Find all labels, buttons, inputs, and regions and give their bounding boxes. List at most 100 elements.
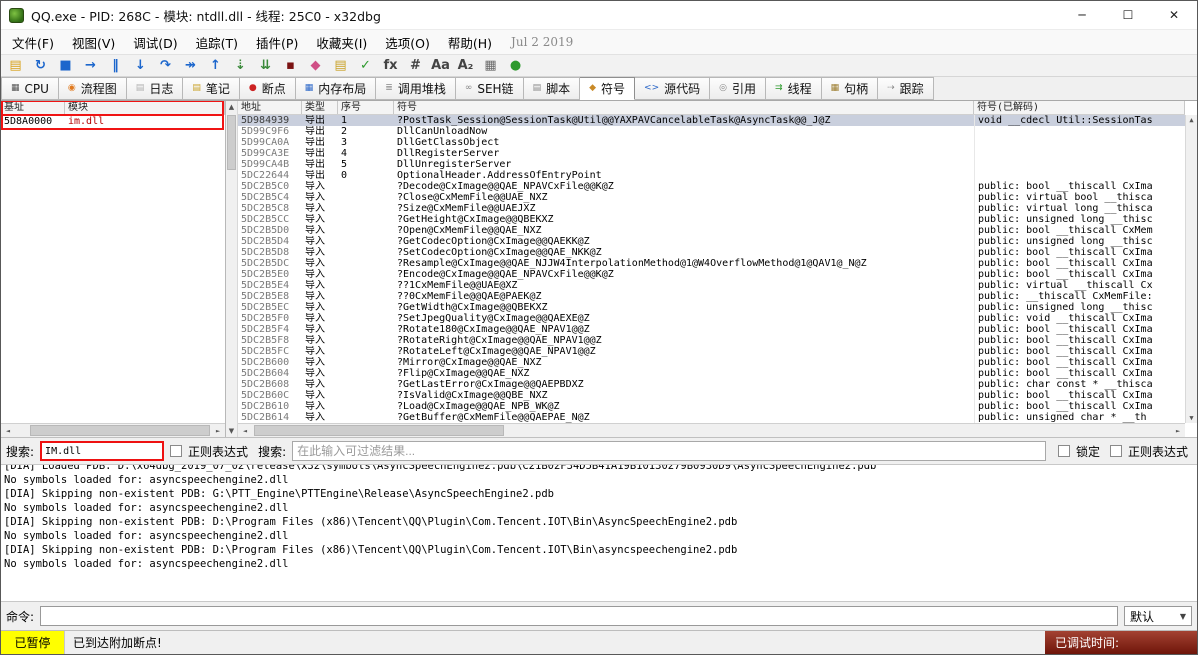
scroll-left-icon[interactable]: ◄ [238,424,252,437]
tab-references[interactable]: ◎引用 [710,77,766,100]
symbol-row[interactable]: 5DC2B5EC导入?GetWidth@CxImage@@QBEKXZpubli… [238,302,1185,313]
symbol-row[interactable]: 5DC2B60C导入?IsValid@CxImage@@QBE_NXZpubli… [238,390,1185,401]
symbols-scroll-track[interactable] [252,424,1171,437]
trace-over-button[interactable]: ⇊ [253,55,278,76]
tab-cpu[interactable]: ▦CPU [1,77,59,100]
modules-vscroll-thumb[interactable] [227,115,236,170]
symbols-horizontal-scrollbar[interactable]: ◄ ► [238,423,1185,437]
menu-item-debug[interactable]: 调试(D) [124,33,186,54]
column-header-decoded[interactable]: 符号(已解码) [974,101,1185,114]
command-input[interactable] [40,606,1118,626]
symbol-row[interactable]: 5D99CA0A导出3DllGetClassObject [238,137,1185,148]
step-into-button[interactable]: ↓ [128,55,153,76]
modules-horizontal-scrollbar[interactable]: ◄ ► [1,423,225,437]
functions-button[interactable]: fx [378,55,403,76]
symbol-row[interactable]: 5DC2B5C8导入?Size@CxMemFile@@UAEJXZpublic:… [238,203,1185,214]
symbols-vertical-scrollbar[interactable]: ▲ ▼ [1185,115,1197,423]
symbol-row[interactable]: 5DC2B5C0导入?Decode@CxImage@@QAE_NPAVCxFil… [238,181,1185,192]
tab-source[interactable]: <>源代码 [635,77,710,100]
modules-scroll-track[interactable] [15,424,211,437]
tab-notes[interactable]: ▤笔记 [183,77,240,100]
tab-call-stack[interactable]: ≣调用堆栈 [376,77,456,100]
open-file-button[interactable]: ▤ [3,55,28,76]
scroll-down-icon[interactable]: ▼ [1189,414,1193,422]
tab-graph[interactable]: ◉流程图 [59,77,127,100]
patches-button[interactable]: ✓ [353,55,378,76]
command-profile-dropdown[interactable]: 默认 ▼ [1124,606,1192,626]
column-header-base[interactable]: 基址 [1,101,65,114]
menu-item-view[interactable]: 视图(V) [63,33,124,54]
tab-trace[interactable]: ⇢跟踪 [878,77,934,100]
symbol-row[interactable]: 5D99CA3E导出4DllRegisterServer [238,148,1185,159]
tab-script[interactable]: ▤脚本 [524,77,581,100]
symbols-scroll-thumb[interactable] [254,425,504,436]
pause-button[interactable]: ‖ [103,55,128,76]
column-header-symbol[interactable]: 符号 [394,101,974,114]
symbol-row[interactable]: 5DC2B5D0导入?Open@CxMemFile@@QAE_NXZpublic… [238,225,1185,236]
symbol-row[interactable]: 5DC2B5F4导入?Rotate180@CxImage@@QAE_NPAV1@… [238,324,1185,335]
symbol-row[interactable]: 5DC22644导出0OptionalHeader.AddressOfEntry… [238,170,1185,181]
checksum-button[interactable]: # [403,55,428,76]
run-button[interactable]: → [78,55,103,76]
menu-item-trace[interactable]: 追踪(T) [187,33,247,54]
symbol-row[interactable]: 5DC2B5FC导入?RotateLeft@CxImage@@QAE_NPAV1… [238,346,1185,357]
close-button[interactable]: ✕ [1151,1,1197,29]
minimize-button[interactable]: ─ [1059,1,1105,29]
memory-map-button[interactable]: ◆ [303,55,328,76]
scroll-left-icon[interactable]: ◄ [1,424,15,437]
symbol-row[interactable]: 5DC2B610导入?Load@CxImage@@QAE_NPB_WK@Zpub… [238,401,1185,412]
tab-seh[interactable]: ∞SEH链 [456,77,524,100]
scroll-up-icon[interactable]: ▲ [229,103,234,111]
step-out-button[interactable]: ↑ [203,55,228,76]
modules-scroll-thumb[interactable] [30,425,210,436]
scroll-up-icon[interactable]: ▲ [1189,116,1193,124]
symbol-row[interactable]: 5D984939导出1?PostTask_Session@SessionTask… [238,115,1185,126]
module-regex-checkbox[interactable] [170,445,182,457]
module-search-input[interactable] [40,441,164,461]
column-header-ordinal[interactable]: 序号 [338,101,394,114]
menu-item-help[interactable]: 帮助(H) [439,33,501,54]
symbol-row[interactable]: 5DC2B5CC导入?GetHeight@CxImage@@QBEKXZpubl… [238,214,1185,225]
symbol-row[interactable]: 5DC2B5F0导入?SetJpegQuality@CxImage@@QAEXE… [238,313,1185,324]
notes-button[interactable]: ▤ [328,55,353,76]
symbol-row[interactable]: 5DC2B5C4导入?Close@CxMemFile@@UAE_NXZpubli… [238,192,1185,203]
symbol-row[interactable]: 5DC2B5E0导入?Encode@CxImage@@QAE_NPAVCxFil… [238,269,1185,280]
symbol-row[interactable]: 5DC2B5D8导入?SetCodecOption@CxImage@@QAE_N… [238,247,1185,258]
module-row[interactable]: 5D8A0000im.dll [1,115,225,128]
fonts-button[interactable]: A₂ [453,55,478,76]
scroll-down-icon[interactable]: ▼ [229,427,234,435]
column-header-type[interactable]: 类型 [302,101,338,114]
symbol-row[interactable]: 5DC2B5E8导入??0CxMemFile@@QAE@PAEK@Zpublic… [238,291,1185,302]
scroll-right-icon[interactable]: ► [1171,424,1185,437]
tab-symbols[interactable]: ◆符号 [580,77,635,100]
symbol-row[interactable]: 5DC2B5D4导入?GetCodecOption@CxImage@@QAEKK… [238,236,1185,247]
settings-button[interactable]: ● [503,55,528,76]
filter-regex-checkbox[interactable] [1110,445,1122,457]
modules-vertical-scrollbar[interactable]: ▲ ▼ [226,101,238,437]
menu-item-options[interactable]: 选项(O) [376,33,439,54]
symbol-row[interactable]: 5DC2B5DC导入?Resample@CxImage@@QAE_NJJW4In… [238,258,1185,269]
symbol-row[interactable]: 5DC2B608导入?GetLastError@CxImage@@QAEPBDX… [238,379,1185,390]
symbol-row[interactable]: 5D99CA4B导出5DllUnregisterServer [238,159,1185,170]
tab-log[interactable]: ▤日志 [127,77,184,100]
tab-threads[interactable]: ⇉线程 [766,77,822,100]
symbol-row[interactable]: 5DC2B5E4导入??1CxMemFile@@UAE@XZpublic: vi… [238,280,1185,291]
breakpoints-button[interactable]: ▪ [278,55,303,76]
restart-button[interactable]: ↻ [28,55,53,76]
menu-item-file[interactable]: 文件(F) [3,33,63,54]
symbol-row[interactable]: 5DC2B604导入?Flip@CxImage@@QAE_NXZpublic: … [238,368,1185,379]
step-over-button[interactable]: ↷ [153,55,178,76]
stop-button[interactable]: ■ [53,55,78,76]
memory-layout-button[interactable]: ▦ [478,55,503,76]
appearance-button[interactable]: Aa [428,55,453,76]
filter-search-input[interactable] [292,441,1046,461]
tab-handles[interactable]: ▦句柄 [822,77,879,100]
symbol-row[interactable]: 5DC2B5F8导入?RotateRight@CxImage@@QAE_NPAV… [238,335,1185,346]
lock-checkbox[interactable] [1058,445,1070,457]
trace-into-button[interactable]: ⇣ [228,55,253,76]
tab-memory-map[interactable]: ▦内存布局 [296,77,377,100]
tab-breakpoints[interactable]: ●断点 [240,77,296,100]
maximize-button[interactable]: ☐ [1105,1,1151,29]
menu-item-plugins[interactable]: 插件(P) [247,33,307,54]
run-until-return-button[interactable]: ↠ [178,55,203,76]
